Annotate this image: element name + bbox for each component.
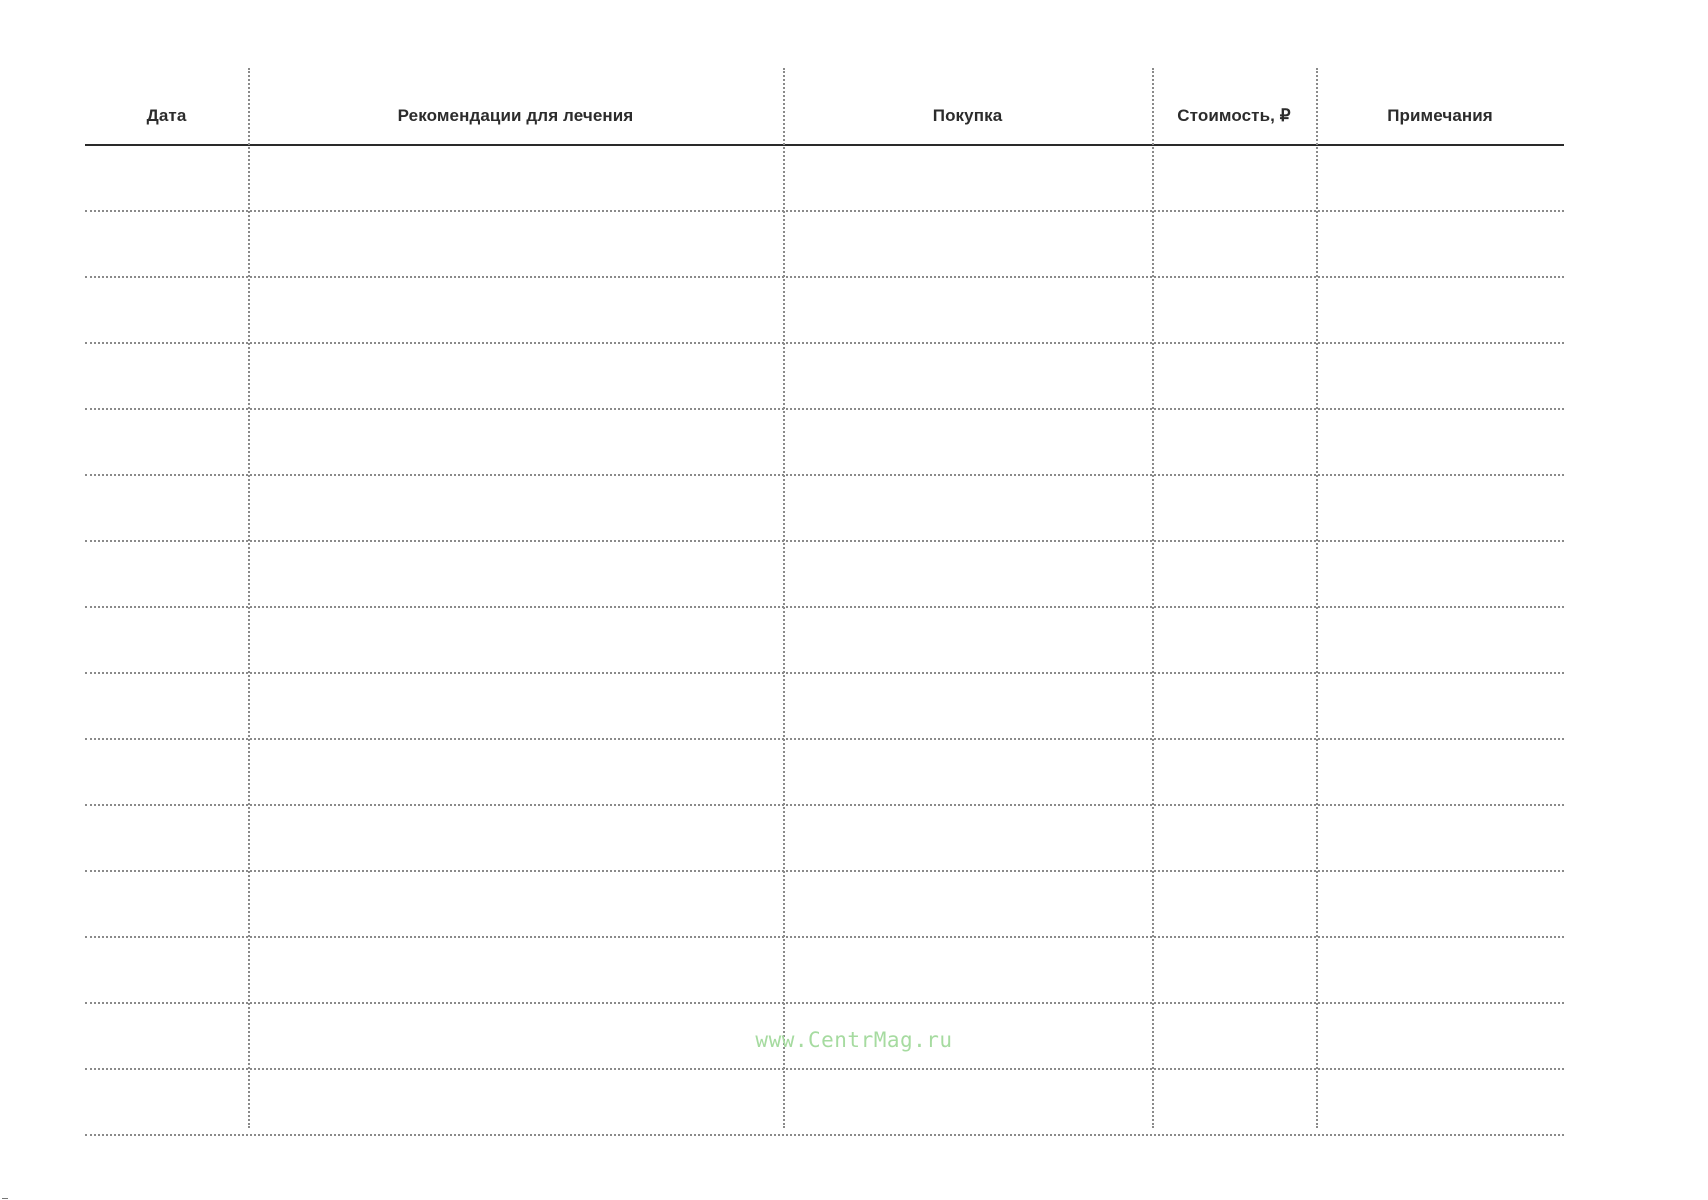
table-cell[interactable] bbox=[248, 278, 783, 342]
table-cell[interactable] bbox=[85, 1070, 248, 1134]
table-row bbox=[85, 872, 1564, 938]
table-header-row: Дата Рекомендации для лечения Покупка Ст… bbox=[85, 76, 1564, 146]
corner-mark bbox=[2, 1198, 8, 1199]
table-cell[interactable] bbox=[1152, 1070, 1316, 1134]
table-cell[interactable] bbox=[85, 146, 248, 210]
table-cell[interactable] bbox=[1316, 344, 1564, 408]
table-cell[interactable] bbox=[1316, 476, 1564, 540]
table-cell[interactable] bbox=[783, 938, 1152, 1002]
table-cell[interactable] bbox=[783, 542, 1152, 606]
treatment-log-table: Дата Рекомендации для лечения Покупка Ст… bbox=[85, 68, 1564, 1136]
header-notes: Примечания bbox=[1387, 106, 1493, 125]
table-row bbox=[85, 608, 1564, 674]
table-cell[interactable] bbox=[248, 476, 783, 540]
table-cell[interactable] bbox=[248, 542, 783, 606]
table-cell[interactable] bbox=[1152, 608, 1316, 672]
table-cell[interactable] bbox=[248, 608, 783, 672]
table-row bbox=[85, 938, 1564, 1004]
table-cell[interactable] bbox=[85, 476, 248, 540]
table-cell[interactable] bbox=[248, 1070, 783, 1134]
table-cell[interactable] bbox=[783, 344, 1152, 408]
table-cell[interactable] bbox=[1152, 278, 1316, 342]
table-cell[interactable] bbox=[1152, 542, 1316, 606]
table-row bbox=[85, 212, 1564, 278]
table-row bbox=[85, 1070, 1564, 1136]
table-cell[interactable] bbox=[85, 938, 248, 1002]
column-divider-1 bbox=[248, 68, 250, 1128]
table-cell[interactable] bbox=[248, 344, 783, 408]
table-cell[interactable] bbox=[248, 410, 783, 474]
column-divider-3 bbox=[1152, 68, 1154, 1128]
table-cell[interactable] bbox=[1152, 740, 1316, 804]
table-cell[interactable] bbox=[248, 740, 783, 804]
table-cell[interactable] bbox=[783, 740, 1152, 804]
table-cell[interactable] bbox=[248, 212, 783, 276]
table-cell[interactable] bbox=[85, 806, 248, 870]
header-cost: Стоимость, ₽ bbox=[1177, 106, 1291, 125]
table-cell[interactable] bbox=[1316, 872, 1564, 936]
table-cell[interactable] bbox=[783, 410, 1152, 474]
header-date: Дата bbox=[146, 106, 187, 125]
table-cell[interactable] bbox=[1316, 410, 1564, 474]
table-cell[interactable] bbox=[85, 740, 248, 804]
table-cell[interactable] bbox=[85, 278, 248, 342]
table-cell[interactable] bbox=[1316, 146, 1564, 210]
table-cell[interactable] bbox=[783, 146, 1152, 210]
table-cell[interactable] bbox=[1152, 344, 1316, 408]
table-cell[interactable] bbox=[1152, 938, 1316, 1002]
table-cell[interactable] bbox=[1152, 872, 1316, 936]
table-cell[interactable] bbox=[1152, 806, 1316, 870]
table-cell[interactable] bbox=[85, 410, 248, 474]
table-cell[interactable] bbox=[1152, 212, 1316, 276]
table-cell[interactable] bbox=[783, 212, 1152, 276]
table-body bbox=[85, 146, 1564, 1136]
table-cell[interactable] bbox=[85, 872, 248, 936]
table-cell[interactable] bbox=[1152, 476, 1316, 540]
table-cell[interactable] bbox=[1152, 674, 1316, 738]
table-cell[interactable] bbox=[248, 872, 783, 936]
header-treatment-recommendations: Рекомендации для лечения bbox=[397, 106, 634, 125]
table-cell[interactable] bbox=[85, 212, 248, 276]
header-purchase: Покупка bbox=[932, 106, 1003, 125]
table-cell[interactable] bbox=[783, 872, 1152, 936]
table-cell[interactable] bbox=[1152, 146, 1316, 210]
table-cell[interactable] bbox=[1316, 608, 1564, 672]
watermark-text: www.CentrMag.ru bbox=[755, 1028, 953, 1052]
table-row bbox=[85, 740, 1564, 806]
table-row bbox=[85, 410, 1564, 476]
table-cell[interactable] bbox=[1316, 278, 1564, 342]
table-cell[interactable] bbox=[783, 476, 1152, 540]
table-cell[interactable] bbox=[1316, 212, 1564, 276]
column-divider-2 bbox=[783, 68, 785, 1128]
table-cell[interactable] bbox=[248, 806, 783, 870]
table-row bbox=[85, 146, 1564, 212]
table-cell[interactable] bbox=[85, 344, 248, 408]
table-cell[interactable] bbox=[1316, 542, 1564, 606]
table-cell[interactable] bbox=[1316, 938, 1564, 1002]
table-cell[interactable] bbox=[248, 674, 783, 738]
table-cell[interactable] bbox=[783, 278, 1152, 342]
table-cell[interactable] bbox=[85, 542, 248, 606]
table-cell[interactable] bbox=[85, 608, 248, 672]
table-row bbox=[85, 674, 1564, 740]
table-cell[interactable] bbox=[1316, 1070, 1564, 1134]
table-cell[interactable] bbox=[783, 806, 1152, 870]
table-cell[interactable] bbox=[783, 674, 1152, 738]
table-cell[interactable] bbox=[783, 1070, 1152, 1134]
table-row bbox=[85, 806, 1564, 872]
table-cell[interactable] bbox=[1152, 410, 1316, 474]
table-cell[interactable] bbox=[1316, 740, 1564, 804]
table-cell[interactable] bbox=[248, 938, 783, 1002]
table-row bbox=[85, 278, 1564, 344]
table-cell[interactable] bbox=[783, 608, 1152, 672]
table-cell[interactable] bbox=[1316, 674, 1564, 738]
table-row bbox=[85, 344, 1564, 410]
table-row bbox=[85, 476, 1564, 542]
table-cell[interactable] bbox=[248, 146, 783, 210]
table-cell[interactable] bbox=[85, 674, 248, 738]
column-divider-4 bbox=[1316, 68, 1318, 1128]
table-cell[interactable] bbox=[1316, 806, 1564, 870]
table-row bbox=[85, 542, 1564, 608]
